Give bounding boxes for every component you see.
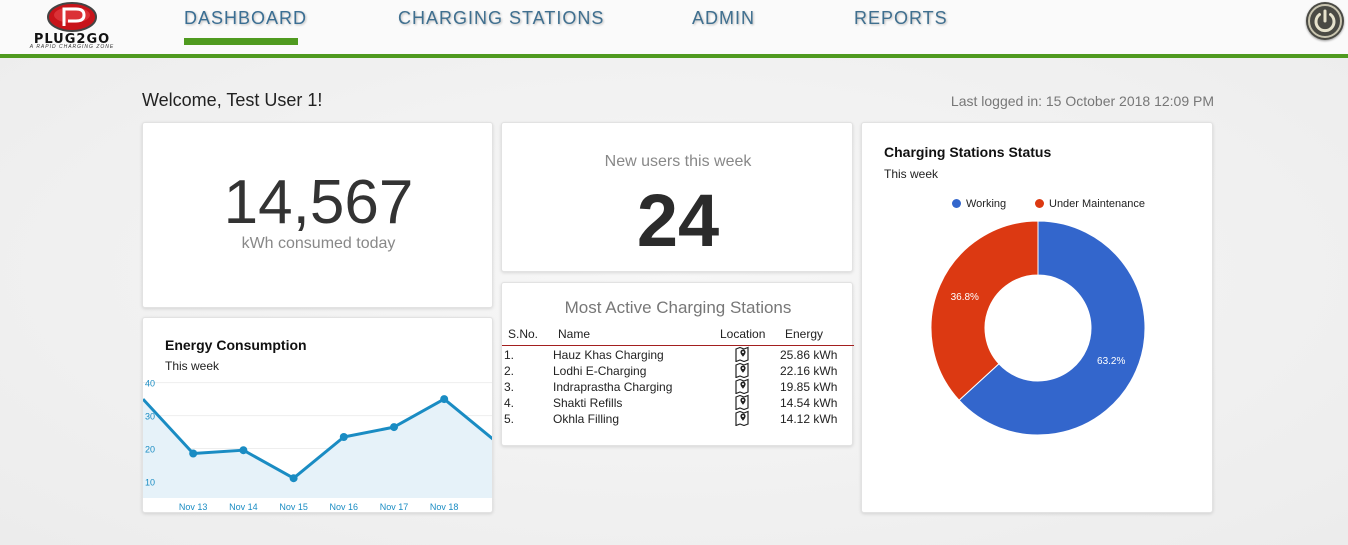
energy-consumption-card: 10 20 30 40 Nov 13 Nov 14 Nov 15 Nov 16 Nov 17 No… [142,317,493,513]
cell-energy: 19.85 kWh [780,380,838,394]
energy-point [390,423,398,432]
cell-name: Hauz Khas Charging [553,348,664,362]
legend-under-maintenance[interactable]: Under Maintenance [1035,198,1145,210]
power-icon [1308,4,1342,38]
map-pin-icon[interactable] [734,394,750,410]
status-chart-title: Charging Stations Status [884,144,1052,160]
energy-point [239,446,248,455]
nav-dashboard[interactable]: DASHBOARD [184,8,307,29]
nav-charging-stations[interactable]: CHARGING STATIONS [398,8,604,29]
cell-energy: 14.12 kWh [780,412,838,426]
legend-working-label: Working [966,198,1007,210]
new-users-value: 24 [636,179,720,262]
donut-slice-under-maintenance[interactable] [930,220,1039,401]
map-pin-icon[interactable] [734,378,750,394]
most-active-stations-card: Most Active Charging Stations S.No. Name… [501,282,854,446]
energy-point [189,449,198,458]
legend-maintenance-swatch [1035,199,1044,208]
table-row[interactable]: 4. Shakti Refills 14.54 kWh [502,394,854,412]
energy-point [289,474,298,483]
col-header-sno: S.No. [508,327,539,341]
donut-slice-label: 36.8% [951,292,979,303]
x-tick-label: Nov 13 [179,502,208,512]
cell-sno: 3. [504,380,515,394]
active-nav-indicator [184,38,298,45]
table-header-rule [502,345,854,346]
x-tick-label: Nov 18 [430,502,459,512]
energy-point [440,395,449,404]
map-pin-icon[interactable] [734,346,750,362]
col-header-location: Location [720,327,766,341]
legend-working-swatch [952,199,961,208]
charging-status-donut-chart: 63.2% 36.8% [930,220,1146,436]
cell-name: Okhla Filling [553,412,620,426]
cell-sno: 1. [504,348,515,362]
table-row[interactable]: 3. Indraprastha Charging 19.85 kWh [502,378,854,396]
last-login-text: Last logged in: 15 October 2018 12:09 PM [950,93,1214,109]
y-tick-label: 30 [145,412,155,422]
kwh-label: kWh consumed today [241,235,396,252]
logo-tagline: A RAPID CHARGING ZONE [29,44,115,50]
logout-button[interactable] [1306,2,1344,40]
y-tick-label: 10 [145,478,155,488]
donut-slice-label: 63.2% [1097,356,1125,367]
nav-admin[interactable]: ADMIN [692,8,755,29]
x-tick-label: Nov 15 [279,502,308,512]
welcome-message: Welcome, Test User 1! [142,90,323,110]
map-pin-icon[interactable] [734,410,750,426]
legend-working[interactable]: Working [952,198,1006,210]
table-row[interactable]: 1. Hauz Khas Charging 25.86 kWh [502,346,854,364]
top-nav-bar: PLUG2GO A RAPID CHARGING ZONE DASHBOARD … [0,0,1348,58]
energy-chart-title: Energy Consumption [165,337,307,353]
x-tick-label: Nov 16 [330,502,359,512]
stations-table-title: Most Active Charging Stations [564,298,792,317]
cell-energy: 14.54 kWh [780,396,838,410]
new-users-label: New users this week [604,153,752,170]
cell-energy: 22.16 kWh [780,364,838,378]
energy-chart-subtitle: This week [165,359,220,373]
x-tick-label: Nov 17 [380,502,409,512]
cell-sno: 2. [504,364,515,378]
new-users-card: New users this week 24 [501,122,853,272]
kwh-value: 14,567 [223,168,414,237]
cell-sno: 5. [504,412,515,426]
status-chart-subtitle: This week [884,167,939,181]
table-row[interactable]: 5. Okhla Filling 14.12 kWh [502,410,854,428]
plug2go-logo[interactable]: PLUG2GO A RAPID CHARGING ZONE [6,2,134,50]
y-tick-label: 40 [145,379,155,389]
x-tick-label: Nov 14 [229,502,258,512]
cell-energy: 25.86 kWh [780,348,838,362]
col-header-energy: Energy [785,327,824,341]
map-pin-icon[interactable] [734,362,750,378]
energy-point [339,433,348,441]
cell-name: Shakti Refills [553,396,623,410]
cell-name: Lodhi E-Charging [553,364,647,378]
legend-maintenance-label: Under Maintenance [1049,198,1146,210]
cell-sno: 4. [504,396,515,410]
nav-reports[interactable]: REPORTS [854,8,948,29]
kwh-consumed-card: 14,567 kWh consumed today [142,122,493,308]
table-row[interactable]: 2. Lodhi E-Charging 22.16 kWh [502,362,854,380]
y-tick-label: 20 [145,445,155,455]
charging-status-card: 63.2% 36.8% Charging Stations Status This… [861,122,1213,513]
col-header-name: Name [558,327,591,341]
cell-name: Indraprastha Charging [553,380,673,394]
